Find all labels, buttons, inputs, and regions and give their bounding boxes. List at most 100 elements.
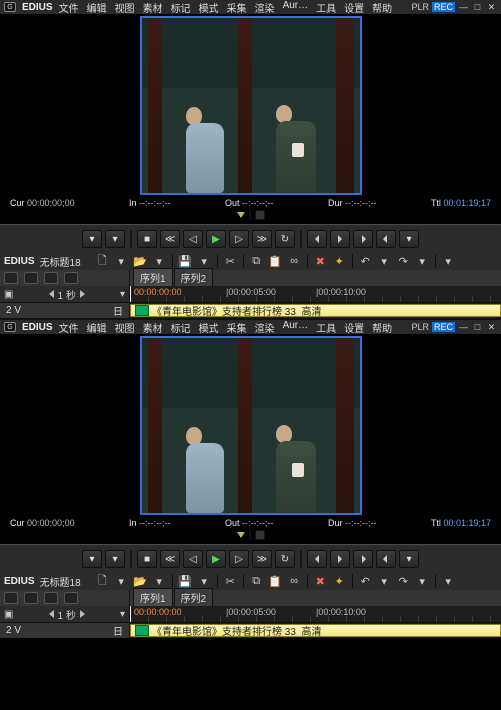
track-header[interactable]: 2 V 日 [0,623,130,638]
loop-button[interactable]: ↻ [275,230,295,248]
scrub-playhead-icon[interactable] [237,212,245,218]
menu-clip[interactable]: 素材 [143,320,163,335]
menu-file[interactable]: 文件 [59,0,79,15]
menu-capture[interactable]: 采集 [227,320,247,335]
paste-icon[interactable]: 📋 [267,574,284,589]
link-icon[interactable]: ∞ [286,254,303,269]
tab-sequence-2[interactable]: 序列2 [174,268,214,286]
zoom-in-button[interactable] [80,610,85,618]
tab-sequence-2[interactable]: 序列2 [174,588,214,606]
chevron-down-icon[interactable]: ▾ [414,574,431,589]
scrub-playhead-icon[interactable] [237,532,245,538]
chevron-down-icon[interactable]: ▾ [196,254,213,269]
transport-more-button[interactable]: ▾ [399,550,419,568]
tab-sequence-1[interactable]: 序列1 [133,588,173,606]
minimize-button[interactable]: — [458,4,469,11]
cut-icon[interactable]: ✂ [222,254,239,269]
zoom-indicator-icon[interactable]: ▣ [4,609,13,620]
redo-icon[interactable]: ↷ [395,574,412,589]
rec-indicator[interactable]: REC [432,322,455,332]
stop-button[interactable]: ■ [137,230,157,248]
stop-button[interactable]: ■ [137,550,157,568]
new-icon[interactable]: 🗋 [94,574,111,589]
zoom-out-button[interactable] [49,610,54,618]
tool-b-button[interactable]: ▾ [105,230,125,248]
menu-render[interactable]: 渲染 [255,0,275,15]
menu-render[interactable]: 渲染 [255,320,275,335]
goto-out-button[interactable] [376,230,396,248]
chevron-down-icon[interactable]: ▾ [151,254,168,269]
video-clip[interactable]: 《青年电影馆》支持者排行榜 33_高清 [130,624,501,637]
menu-aur[interactable]: Aur… [283,320,309,335]
preview-frame[interactable] [140,336,362,515]
track-mode-a-icon[interactable] [4,592,18,604]
rec-indicator[interactable]: REC [432,2,455,12]
loop-button[interactable]: ↻ [275,550,295,568]
open-icon[interactable]: 📂 [132,574,149,589]
save-icon[interactable]: 💾 [177,574,194,589]
mark-out-button[interactable] [330,550,350,568]
goto-in-button[interactable] [353,230,373,248]
chevron-down-icon[interactable]: ▾ [113,574,130,589]
menu-capture[interactable]: 采集 [227,0,247,15]
menu-tools[interactable]: 工具 [316,320,336,335]
more-icon[interactable]: ▾ [440,574,457,589]
menu-help[interactable]: 帮助 [372,0,392,15]
playhead[interactable] [130,606,131,622]
save-icon[interactable]: 💾 [177,254,194,269]
close-button[interactable]: ✕ [486,324,497,331]
track-mode-d-icon[interactable] [64,592,78,604]
rewind-button[interactable]: ≪ [160,550,180,568]
menu-marker[interactable]: 标记 [171,0,191,15]
chevron-down-icon[interactable]: ▾ [113,254,130,269]
zoom-in-button[interactable] [80,290,85,298]
open-icon[interactable]: 📂 [132,254,149,269]
zoom-dropdown-icon[interactable]: ▾ [120,289,125,300]
video-clip[interactable]: 《青年电影馆》支持者排行榜 33_高清 [130,304,501,317]
prev-frame-button[interactable]: ◁ [183,230,203,248]
tool-a-button[interactable]: ▾ [82,230,102,248]
fast-forward-button[interactable]: ≫ [252,550,272,568]
rewind-button[interactable]: ≪ [160,230,180,248]
preview-frame[interactable] [140,16,362,195]
menu-clip[interactable]: 素材 [143,0,163,15]
mark-in-button[interactable] [307,230,327,248]
chevron-down-icon[interactable]: ▾ [414,254,431,269]
next-frame-button[interactable]: ▷ [229,230,249,248]
paste-icon[interactable]: 📋 [267,254,284,269]
menu-settings[interactable]: 设置 [344,320,364,335]
menu-file[interactable]: 文件 [59,320,79,335]
track-mode-b-icon[interactable] [24,272,38,284]
cut-icon[interactable]: ✂ [222,574,239,589]
fx-icon[interactable]: ✦ [331,254,348,269]
more-icon[interactable]: ▾ [440,254,457,269]
menu-view[interactable]: 视图 [115,0,135,15]
delete-fx-icon[interactable]: ✖ [312,574,329,589]
fx-icon[interactable]: ✦ [331,574,348,589]
chevron-down-icon[interactable]: ▾ [151,574,168,589]
menu-tools[interactable]: 工具 [316,0,336,15]
close-button[interactable]: ✕ [486,4,497,11]
goto-in-button[interactable] [353,550,373,568]
delete-fx-icon[interactable]: ✖ [312,254,329,269]
scrub-track[interactable] [249,530,251,540]
tool-b-button[interactable]: ▾ [105,550,125,568]
undo-icon[interactable]: ↶ [357,574,374,589]
transport-more-button[interactable]: ▾ [399,230,419,248]
fast-forward-button[interactable]: ≫ [252,230,272,248]
goto-out-button[interactable] [376,550,396,568]
menu-view[interactable]: 视图 [115,320,135,335]
zoom-dropdown-icon[interactable]: ▾ [120,609,125,620]
play-button[interactable]: ▶ [206,230,226,248]
mark-in-button[interactable] [307,550,327,568]
tab-sequence-1[interactable]: 序列1 [133,268,173,286]
chevron-down-icon[interactable]: ▾ [376,254,393,269]
next-frame-button[interactable]: ▷ [229,550,249,568]
track-mode-d-icon[interactable] [64,272,78,284]
copy-icon[interactable]: ⧉ [248,574,265,589]
undo-icon[interactable]: ↶ [357,254,374,269]
chevron-down-icon[interactable]: ▾ [196,574,213,589]
menu-edit[interactable]: 编辑 [87,0,107,15]
menu-edit[interactable]: 编辑 [87,320,107,335]
minimize-button[interactable]: — [458,324,469,331]
